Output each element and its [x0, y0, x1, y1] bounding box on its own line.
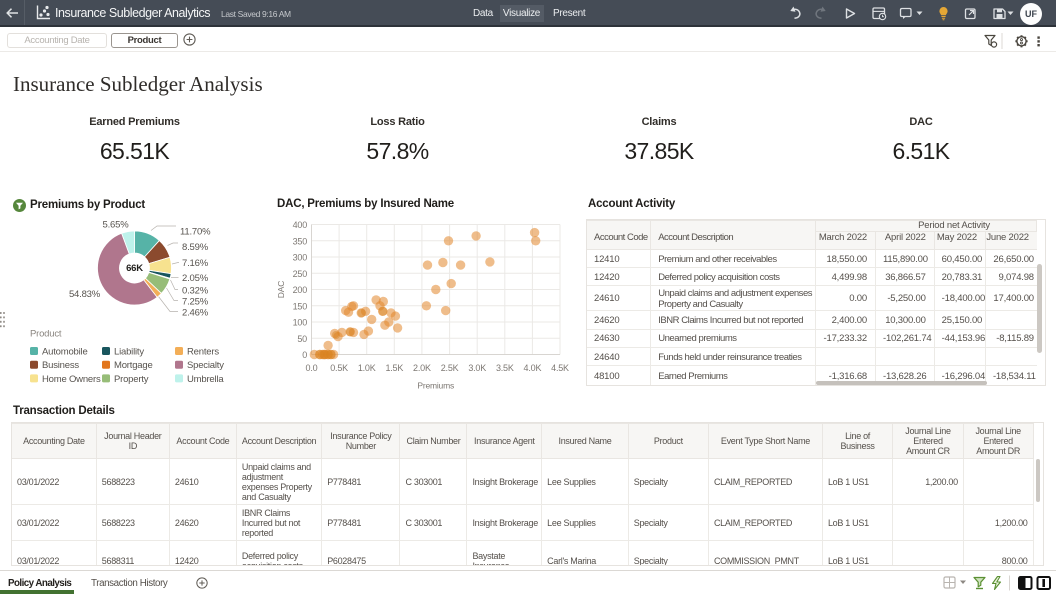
- svg-text:Premiums: Premiums: [417, 381, 454, 391]
- svg-text:2.0K: 2.0K: [413, 363, 431, 373]
- svg-text:66K: 66K: [126, 263, 143, 274]
- svg-text:3.0K: 3.0K: [468, 363, 486, 373]
- svg-text:Specialty: Specialty: [187, 360, 224, 371]
- svg-text:3.5K: 3.5K: [496, 363, 514, 373]
- svg-text:7.25%: 7.25%: [182, 297, 209, 308]
- svg-text:Product: Product: [30, 329, 62, 340]
- svg-text:Automobile: Automobile: [42, 347, 88, 358]
- svg-text:4.0K: 4.0K: [524, 363, 542, 373]
- svg-text:5.65%: 5.65%: [103, 220, 130, 231]
- svg-text:Renters: Renters: [187, 347, 219, 358]
- svg-text:DAC: DAC: [276, 281, 286, 298]
- svg-text:150: 150: [293, 301, 308, 311]
- svg-text:400: 400: [293, 220, 308, 230]
- svg-text:350: 350: [293, 236, 308, 246]
- svg-text:300: 300: [293, 253, 308, 263]
- svg-text:4.5K: 4.5K: [551, 363, 569, 373]
- svg-text:250: 250: [293, 269, 308, 279]
- svg-text:Mortgage: Mortgage: [114, 360, 153, 371]
- svg-text:1.0K: 1.0K: [358, 363, 376, 373]
- svg-text:Home Owners: Home Owners: [42, 374, 101, 385]
- svg-text:50: 50: [297, 334, 307, 344]
- svg-text:Business: Business: [42, 360, 79, 371]
- svg-text:0.0: 0.0: [306, 363, 318, 373]
- svg-text:1.5K: 1.5K: [385, 363, 403, 373]
- svg-text:54.83%: 54.83%: [69, 289, 101, 300]
- svg-text:2.05%: 2.05%: [182, 273, 209, 284]
- svg-text:2.5K: 2.5K: [441, 363, 459, 373]
- svg-text:2.46%: 2.46%: [182, 308, 209, 319]
- svg-text:0: 0: [302, 350, 307, 360]
- svg-text:200: 200: [293, 285, 308, 295]
- svg-text:8.59%: 8.59%: [182, 242, 209, 253]
- svg-text:Umbrella: Umbrella: [187, 374, 224, 385]
- svg-text:0.5K: 0.5K: [330, 363, 348, 373]
- svg-text:Property: Property: [114, 374, 149, 385]
- svg-text:100: 100: [293, 318, 308, 328]
- svg-text:11.70%: 11.70%: [180, 227, 211, 238]
- svg-text:7.16%: 7.16%: [182, 258, 209, 269]
- svg-text:Liability: Liability: [114, 347, 144, 358]
- svg-text:0.32%: 0.32%: [182, 286, 209, 297]
